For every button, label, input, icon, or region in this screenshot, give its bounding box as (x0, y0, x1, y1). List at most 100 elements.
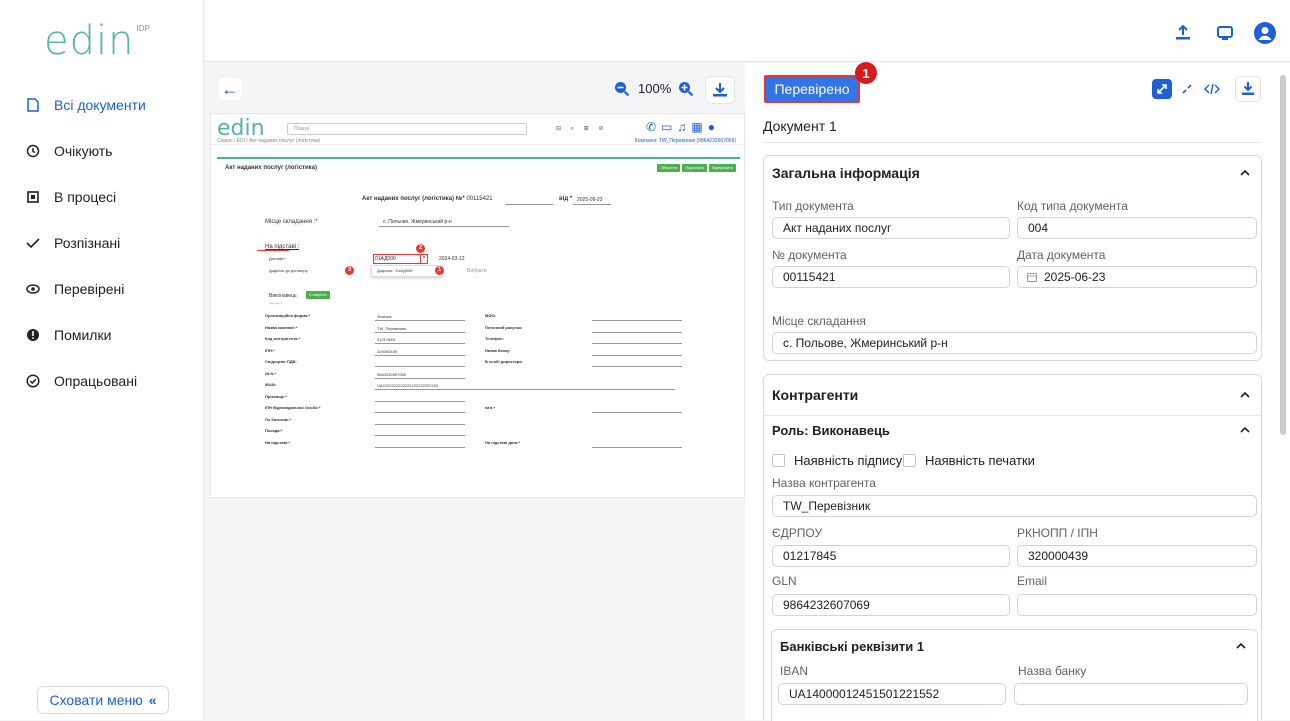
preview-row-label: GLN:* (265, 370, 277, 376)
check-icon (26, 236, 40, 250)
email-field[interactable] (1017, 594, 1257, 616)
doc-date-label: Дата документа (1017, 248, 1106, 262)
sidebar-item-verified[interactable]: Перевірені (0, 266, 204, 312)
doc-type-field[interactable]: Акт наданих послуг (772, 217, 1010, 239)
download-button[interactable] (1235, 76, 1261, 102)
preview-row-label: МФО: (485, 313, 497, 318)
download-icon (713, 83, 727, 97)
chevron-up-icon (1240, 169, 1250, 176)
rnokpp-field[interactable]: 320000439 (1017, 545, 1257, 567)
doc-number-label: № документа (772, 248, 847, 262)
preview-row-label: На підставі дата:* (485, 439, 521, 445)
preview-row-value: TW_Перевізник (377, 325, 407, 331)
preview-row-label: Поточний рахунок: (485, 324, 523, 330)
preview-header-icons: ✆▭♫▦● (646, 120, 720, 134)
error-icon (26, 328, 40, 342)
doc-number-field[interactable]: 00115421 (772, 266, 1010, 288)
edrpou-label: ЄДРПОУ (772, 526, 823, 540)
sidebar-item-all-documents[interactable]: Всі документи (0, 82, 204, 128)
tab-document-1[interactable]: Документ 1 (763, 118, 837, 134)
sidebar-item-recognized[interactable]: Розпізнані (0, 220, 204, 266)
code-icon[interactable] (1202, 79, 1222, 99)
verified-button[interactable]: Перевірено (764, 75, 860, 103)
scrollbar[interactable] (1280, 75, 1286, 435)
preview-row-line (375, 446, 465, 448)
preview-badge-1: 1 (435, 266, 444, 275)
place-field[interactable]: с. Польове, Жмеринський р-н (772, 332, 1257, 354)
stamp-checkbox[interactable] (903, 454, 916, 467)
preview-row-label: В особі директора: (485, 359, 523, 364)
eye-icon (26, 282, 40, 296)
preview-row-line (592, 331, 682, 333)
sidebar-item-in-process[interactable]: В процесі (0, 174, 204, 220)
zoom-out-icon[interactable] (614, 81, 630, 97)
chevron-up-icon (1240, 391, 1250, 398)
doc-date-field[interactable]: 2025-06-23 (1017, 266, 1257, 288)
sidebar-item-processed[interactable]: Опрацьовані (0, 358, 204, 404)
parties-header[interactable]: Контрагенти (764, 375, 1261, 415)
sidebar-item-pending[interactable]: Очікують (0, 128, 204, 174)
monitor-icon[interactable] (1216, 24, 1234, 42)
download-button[interactable] (705, 76, 735, 104)
preview-row-line (375, 400, 465, 402)
preview-row-line (375, 366, 465, 367)
sidebar-item-errors[interactable]: Помилки (0, 312, 204, 358)
chevron-up-icon (1236, 642, 1246, 649)
preview-row-line (375, 331, 465, 333)
preview-row-value: 320000439 (377, 348, 398, 354)
zoom-level: 100% (638, 81, 672, 96)
bank-name-label: Назва банку (1018, 664, 1087, 678)
upload-icon[interactable] (1174, 24, 1192, 42)
preview-row-line (375, 320, 465, 321)
hide-menu-button[interactable]: Сховати меню « (37, 686, 169, 714)
bank-name-field[interactable] (1014, 683, 1248, 705)
doc-code-label: Код типа документа (1017, 199, 1128, 213)
user-avatar-icon[interactable] (1254, 22, 1276, 44)
tab-divider (763, 142, 1260, 143)
preview-row-value: 01217845 (377, 337, 395, 342)
collapse-icon[interactable] (1177, 79, 1197, 99)
preview-row-label: Організаційна форма:* (265, 313, 311, 318)
back-arrow-icon[interactable]: ← (219, 78, 241, 100)
preview-row-label: ІПН Відповідальної Особи:* (265, 405, 321, 410)
general-info-header[interactable]: Загальна інформація (764, 156, 1261, 190)
preview-send-button: Відправити (709, 164, 736, 172)
signature-checkbox[interactable] (772, 454, 785, 467)
preview-breadcrumb: Сервіс / EDI / Акт наданих послуг (логіс… (217, 138, 321, 144)
party-name-field[interactable]: TW_Перевізник (772, 495, 1257, 517)
doc-code-field[interactable]: 004 (1017, 217, 1257, 239)
sidebar-item-label: Опрацьовані (54, 373, 138, 389)
expand-icon[interactable] (1152, 79, 1172, 99)
preview-row-label: Ім'я:* (485, 405, 496, 410)
hide-menu-label: Сховати меню (49, 692, 143, 708)
preview-badge-2: 2 (416, 244, 425, 253)
edin-logo[interactable]: edin IDP (44, 21, 150, 66)
bank-details-header[interactable]: Банківські реквізити 1 (772, 630, 1257, 662)
gln-label: GLN (772, 574, 797, 588)
preview-row-line (592, 320, 682, 321)
iban-field[interactable]: UA14000012451501221552 (778, 683, 1006, 705)
preview-row-label: Назва банку: (485, 347, 511, 353)
preview-row-line (375, 435, 465, 436)
calendar-icon (1027, 273, 1037, 282)
sidebar-item-label: В процесі (54, 189, 117, 205)
edrpou-field[interactable]: 01217845 (772, 545, 1010, 567)
preview-row-label: ІПН:* (265, 347, 275, 353)
role-header[interactable]: Роль: Виконавець (764, 415, 1261, 445)
preview-row-line (375, 423, 465, 425)
preview-row-label: На підставі:* (265, 439, 291, 445)
process-icon (26, 190, 40, 204)
document-preview: edin Пошук ⊟ ⌕ ⊞ ⊘ ✆▭♫▦● Сервіс / EDI / … (210, 113, 745, 498)
preview-row-line (375, 377, 465, 379)
sidebar-item-label: Розпізнані (54, 235, 121, 251)
preview-row-value: UA2222222222222222222222222 (377, 383, 439, 388)
doc-type-label: Тип документа (772, 199, 854, 213)
preview-row-label: Код контрагента:* (265, 336, 301, 341)
document-icon (26, 98, 40, 112)
sidebar-item-label: Помилки (54, 327, 112, 343)
preview-row-label: IBAN: (265, 382, 277, 387)
stamp-checkbox-label: Наявність печатки (925, 453, 1035, 468)
place-label: Місце складання (772, 314, 866, 328)
gln-field[interactable]: 9864232607069 (772, 594, 1010, 616)
zoom-in-icon[interactable] (678, 81, 694, 97)
